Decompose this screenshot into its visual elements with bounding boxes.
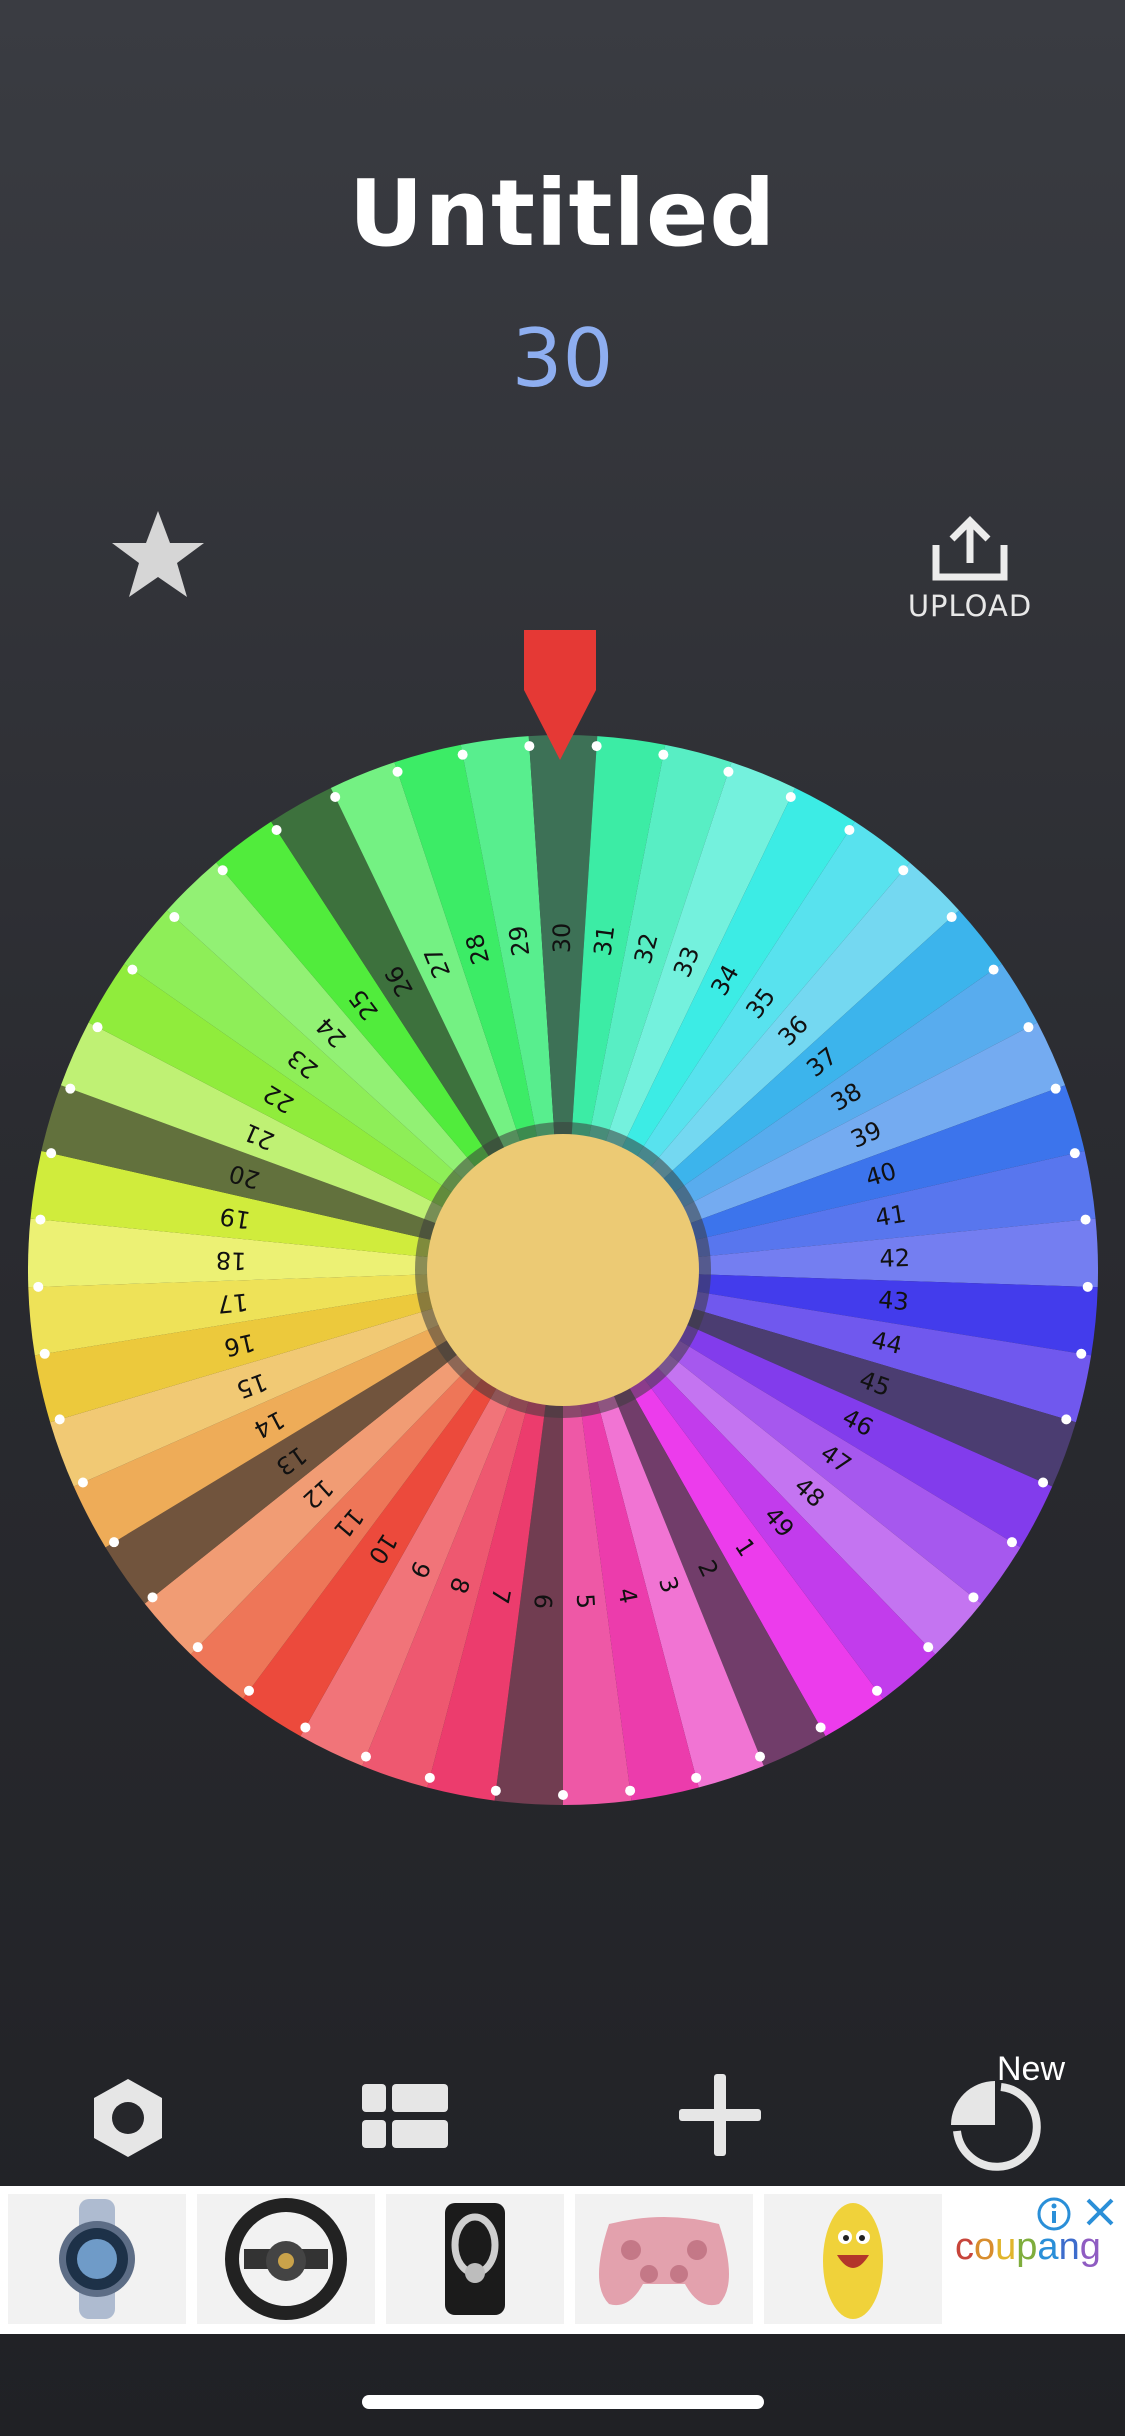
star-icon bbox=[112, 511, 204, 597]
steering-wheel-image bbox=[225, 2198, 347, 2320]
wheel-divider-dot bbox=[844, 825, 855, 835]
wheel-divider-dot bbox=[1069, 1148, 1080, 1159]
wheel-divider-dot bbox=[968, 1592, 979, 1603]
wheel-divider-dot bbox=[1038, 1477, 1049, 1488]
wheel-divider-dot bbox=[988, 964, 999, 975]
wheel-divider-dot bbox=[39, 1348, 50, 1359]
ad-brand-letter: o bbox=[974, 2226, 996, 2268]
list-button[interactable] bbox=[360, 2080, 450, 2152]
wheel-segment-label: 5 bbox=[571, 1593, 600, 1610]
wheel-divider-dot bbox=[658, 749, 669, 760]
spin-result: 30 bbox=[511, 312, 614, 405]
add-button[interactable] bbox=[675, 2070, 765, 2160]
upload-icon bbox=[932, 516, 1008, 581]
wheel-divider-dot bbox=[490, 1785, 501, 1796]
wheel-divider-dot bbox=[33, 1281, 44, 1292]
wheel-segment-label: 30 bbox=[548, 923, 576, 954]
ad-brand-letter: p bbox=[1016, 2226, 1038, 2268]
wheel-divider-dot bbox=[360, 1751, 371, 1762]
wheel-divider-dot bbox=[1080, 1214, 1091, 1225]
home-indicator[interactable] bbox=[362, 2395, 764, 2409]
wheel-segment-label: 43 bbox=[877, 1285, 910, 1316]
new-spin-button[interactable]: New bbox=[945, 2050, 1065, 2175]
wheel-divider-dot bbox=[65, 1083, 76, 1094]
wheel-divider-dot bbox=[392, 766, 403, 777]
wheel-divider-dot bbox=[755, 1751, 766, 1762]
upload-button[interactable]: UPLOAD bbox=[900, 515, 1040, 635]
wheel-divider-dot bbox=[192, 1642, 203, 1653]
smartwatch-image bbox=[59, 2199, 135, 2319]
wheel-segment-label: 6 bbox=[528, 1593, 557, 1610]
wheel-divider-dot bbox=[217, 865, 228, 876]
ad-brand-letter: n bbox=[1058, 2226, 1080, 2268]
ad-item-phone-ring[interactable] bbox=[386, 2194, 564, 2324]
settings-button[interactable] bbox=[85, 2075, 171, 2161]
wheel-divider-dot bbox=[1050, 1083, 1061, 1094]
wheel-divider-dot bbox=[147, 1592, 158, 1603]
wheel-divider-dot bbox=[1023, 1022, 1034, 1033]
wheel-divider-dot bbox=[1082, 1281, 1093, 1292]
game-controller-image bbox=[599, 2217, 729, 2306]
ad-item-steering-wheel[interactable] bbox=[197, 2194, 375, 2324]
ad-item-smartwatch[interactable] bbox=[8, 2194, 186, 2324]
wheel-divider-dot bbox=[923, 1642, 934, 1653]
yellow-toy-image bbox=[823, 2203, 883, 2319]
wheel-divider-dot bbox=[723, 766, 734, 777]
wheel-divider-dot bbox=[898, 865, 909, 876]
wheel-segment-label: 17 bbox=[216, 1287, 249, 1318]
wheel-divider-dot bbox=[946, 912, 957, 923]
wheel-divider-dot bbox=[691, 1772, 702, 1783]
wheel-divider-dot bbox=[625, 1785, 636, 1796]
ad-brand-letter: a bbox=[1037, 2226, 1059, 2268]
plus-icon bbox=[679, 2074, 761, 2156]
ad-brand-letter: g bbox=[1079, 2226, 1101, 2268]
wheel-divider-dot bbox=[92, 1022, 103, 1033]
wheel-divider-dot bbox=[558, 1790, 568, 1800]
ad-brand-letter: c bbox=[955, 2226, 974, 2268]
wheel-divider-dot bbox=[1006, 1537, 1017, 1548]
wheel-divider-dot bbox=[300, 1722, 311, 1733]
wheel-divider-dot bbox=[330, 791, 341, 802]
wheel-pointer bbox=[524, 630, 596, 760]
wheel-segment-label: 19 bbox=[218, 1202, 253, 1235]
wheel-divider-dot bbox=[424, 1772, 435, 1783]
new-badge: New bbox=[997, 2050, 1066, 2088]
ad-banner[interactable]: coupang bbox=[0, 2186, 1125, 2334]
pie-timer-icon bbox=[951, 2081, 1041, 2171]
ad-item-game-controller[interactable] bbox=[575, 2194, 753, 2324]
wheel-divider-dot bbox=[169, 912, 180, 923]
phone-ring-image bbox=[445, 2203, 505, 2315]
wheel-segment-label: 29 bbox=[504, 924, 536, 958]
wheel-divider-dot bbox=[271, 825, 282, 835]
list-icon bbox=[362, 2084, 448, 2148]
ad-brand-logo[interactable]: coupang bbox=[955, 2226, 1125, 2286]
spin-wheel[interactable]: 1234567891011121314151617181920212223242… bbox=[28, 735, 1098, 1805]
wheel-segment-label: 18 bbox=[215, 1246, 246, 1275]
wheel-divider-dot bbox=[815, 1722, 826, 1733]
wheel-segment-label: 31 bbox=[589, 924, 621, 958]
upload-label: UPLOAD bbox=[907, 589, 1033, 623]
wheel-divider-dot bbox=[54, 1414, 65, 1425]
wheel-divider-dot bbox=[127, 964, 138, 975]
wheel-divider-dot bbox=[243, 1685, 254, 1696]
wheel-divider-dot bbox=[457, 749, 468, 760]
wheel-divider-dot bbox=[35, 1214, 46, 1225]
wheel-divider-dot bbox=[46, 1148, 57, 1159]
wheel-divider-dot bbox=[872, 1685, 883, 1696]
gear-icon bbox=[94, 2079, 162, 2157]
wheel-hub[interactable] bbox=[427, 1134, 699, 1406]
favorite-button[interactable] bbox=[108, 505, 208, 605]
wheel-title[interactable]: Untitled bbox=[0, 160, 1125, 267]
ad-item-yellow-toy[interactable] bbox=[764, 2194, 942, 2324]
wheel-divider-dot bbox=[785, 791, 796, 802]
wheel-divider-dot bbox=[1061, 1414, 1072, 1425]
wheel-divider-dot bbox=[1076, 1348, 1087, 1359]
wheel-divider-dot bbox=[77, 1477, 88, 1488]
ad-brand-letter: u bbox=[995, 2226, 1017, 2268]
wheel-segment-label: 41 bbox=[873, 1200, 908, 1233]
wheel-segment-label: 42 bbox=[879, 1244, 910, 1273]
close-icon[interactable] bbox=[1082, 2194, 1118, 2230]
wheel-divider-dot bbox=[109, 1537, 120, 1548]
